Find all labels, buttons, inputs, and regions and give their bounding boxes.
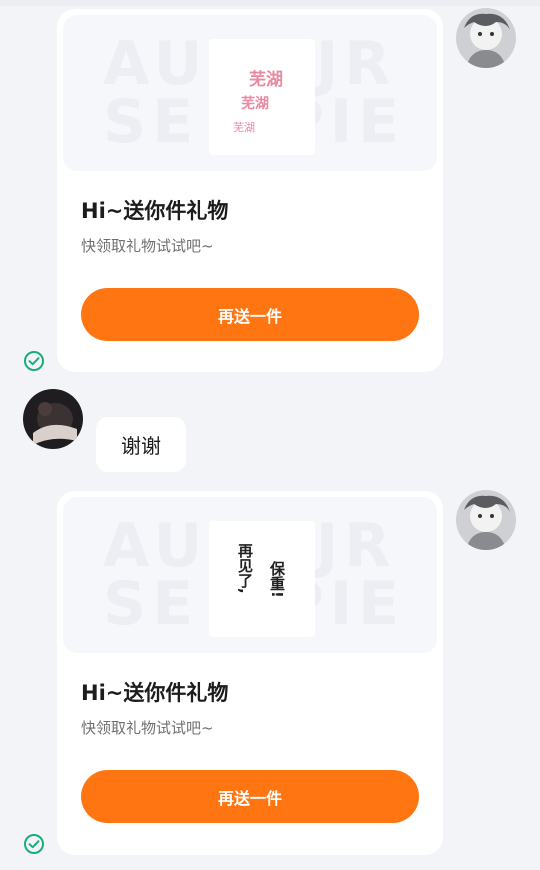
send-another-button[interactable]: 再送一件 — [81, 288, 419, 341]
sticker-text: 保重! — [268, 561, 286, 598]
sticker-text: 芜湖 — [233, 121, 255, 134]
sticker-text: 芜湖 — [241, 96, 269, 112]
gift-title: Hi~送你件礼物 — [81, 199, 229, 223]
gift-subtitle: 快领取礼物试试吧~ — [81, 719, 214, 737]
gift-card[interactable]: AU JR SE PIE 再见了, 保重! Hi~送你件礼物 快领取礼物试试吧~… — [57, 491, 443, 855]
gift-card[interactable]: AU JR SE PIE 芜湖 芜湖 芜湖 Hi~送你件礼物 快领取礼物试试吧~… — [57, 9, 443, 372]
check-circle-icon — [24, 834, 44, 854]
gift-sticker-image: 再见了, 保重! — [209, 521, 315, 637]
gift-preview: AU JR SE PIE 芜湖 芜湖 芜湖 — [63, 15, 437, 171]
self-avatar[interactable] — [456, 8, 516, 68]
message-bubble[interactable]: 谢谢 — [96, 417, 186, 472]
gift-preview: AU JR SE PIE 再见了, 保重! — [63, 497, 437, 653]
self-avatar[interactable] — [456, 490, 516, 550]
top-divider — [0, 0, 540, 6]
sticker-text: 再见了, — [236, 543, 254, 594]
gift-title: Hi~送你件礼物 — [81, 681, 229, 705]
send-another-button[interactable]: 再送一件 — [81, 770, 419, 823]
sticker-text: 芜湖 — [249, 70, 283, 90]
check-circle-icon — [24, 351, 44, 371]
gift-subtitle: 快领取礼物试试吧~ — [81, 237, 214, 255]
gift-sticker-image: 芜湖 芜湖 芜湖 — [209, 39, 315, 155]
contact-avatar[interactable] — [23, 389, 83, 449]
